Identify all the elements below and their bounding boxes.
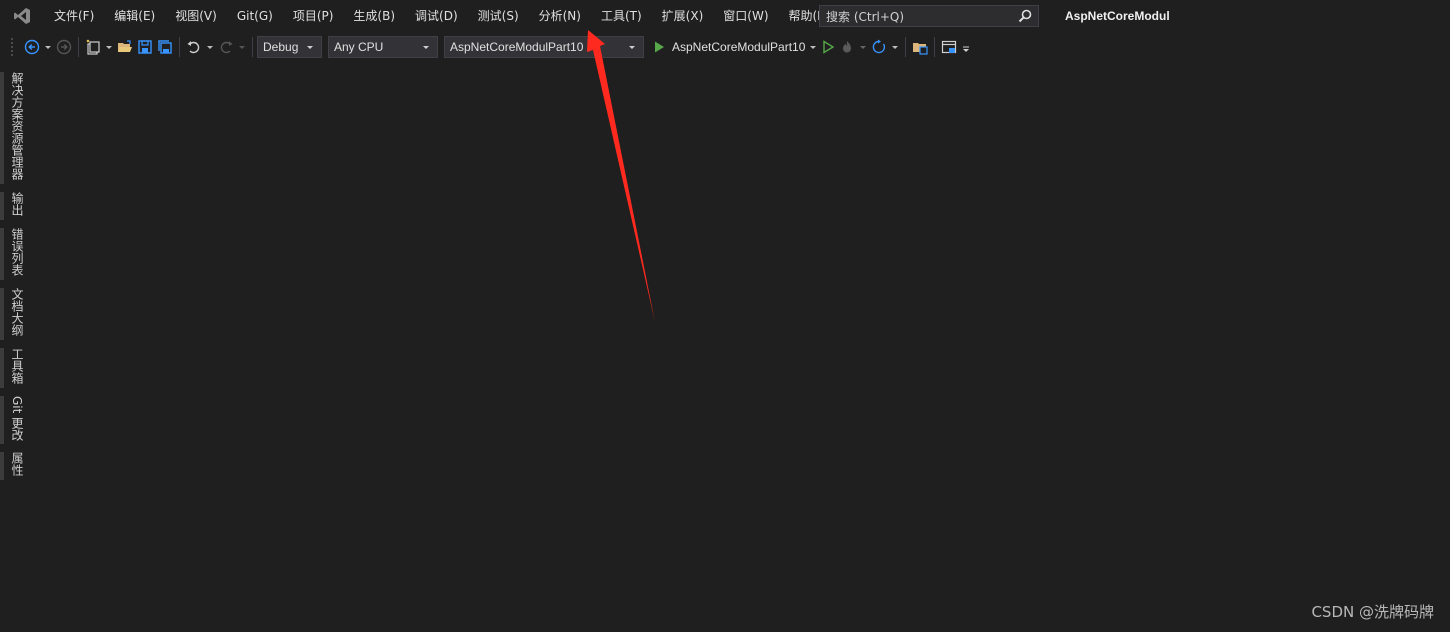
- forward-icon: [54, 36, 74, 58]
- menu-bar: 文件(F) 编辑(E) 视图(V) Git(G) 项目(P) 生成(B) 调试(…: [0, 0, 1450, 32]
- solution-platform-value: Any CPU: [334, 40, 384, 54]
- menu-git[interactable]: Git(G): [227, 0, 283, 32]
- menu-window[interactable]: 窗口(W): [713, 0, 778, 32]
- run-target-button[interactable]: AspNetCoreModulPart10: [672, 40, 805, 54]
- tab-indicator: [0, 396, 4, 444]
- solution-platform-select[interactable]: Any CPU: [328, 36, 438, 58]
- watermark: CSDN @洗牌码牌: [1311, 603, 1434, 621]
- tab-label: Git 更改: [10, 396, 24, 442]
- menu-file[interactable]: 文件(F): [44, 0, 104, 32]
- tab-label: 解决方案资源管理器: [10, 72, 24, 180]
- standard-toolbar: Debug Any CPU AspNetCoreModulPart10 AspN…: [0, 32, 1450, 62]
- menu-edit[interactable]: 编辑(E): [104, 0, 165, 32]
- tab-toolbox[interactable]: 工具箱: [0, 348, 24, 388]
- start-icon[interactable]: [650, 36, 668, 58]
- tab-indicator: [0, 452, 4, 480]
- back-icon[interactable]: [22, 36, 42, 58]
- save-all-icon[interactable]: [155, 36, 175, 58]
- chevron-down-icon: [423, 45, 429, 49]
- new-project-dropdown-icon[interactable]: [106, 45, 112, 49]
- tab-document-outline[interactable]: 文档大纲: [0, 288, 24, 340]
- tab-label: 输出: [10, 192, 24, 216]
- toolbar-separator: [179, 37, 180, 57]
- menu-build[interactable]: 生成(B): [343, 0, 405, 32]
- search-icon[interactable]: [1018, 9, 1032, 23]
- menu-tools[interactable]: 工具(T): [591, 0, 652, 32]
- menu-test[interactable]: 测试(S): [468, 0, 529, 32]
- tab-git-changes[interactable]: Git 更改: [0, 396, 24, 444]
- tab-indicator: [0, 72, 4, 184]
- tab-solution-explorer[interactable]: 解决方案资源管理器: [0, 72, 24, 184]
- solution-configuration-select[interactable]: Debug: [257, 36, 322, 58]
- toolbar-separator: [78, 37, 79, 57]
- menu-analyze[interactable]: 分析(N): [529, 0, 591, 32]
- tab-indicator: [0, 288, 4, 340]
- toolbar-separator: [934, 37, 936, 57]
- toolbar-separator: [905, 37, 907, 57]
- menu-debug[interactable]: 调试(D): [405, 0, 468, 32]
- tab-label: 错误列表: [10, 228, 24, 276]
- search-placeholder: 搜索 (Ctrl+Q): [826, 9, 905, 24]
- tab-indicator: [0, 228, 4, 280]
- tab-error-list[interactable]: 错误列表: [0, 228, 24, 280]
- menu-items: 文件(F) 编辑(E) 视图(V) Git(G) 项目(P) 生成(B) 调试(…: [44, 0, 841, 32]
- toolbar-grip[interactable]: [10, 37, 14, 57]
- search-input[interactable]: 搜索 (Ctrl+Q): [819, 5, 1039, 27]
- chevron-down-icon: [629, 45, 635, 49]
- start-without-debugging-icon[interactable]: [819, 36, 837, 58]
- refresh-dropdown-icon[interactable]: [892, 45, 899, 49]
- annotation-arrow: [587, 30, 655, 322]
- undo-dropdown-icon[interactable]: [207, 45, 213, 49]
- startup-project-select[interactable]: AspNetCoreModulPart10: [444, 36, 644, 58]
- left-tool-window-tabs: 解决方案资源管理器 输出 错误列表 文档大纲 工具箱 Git 更改 属性: [0, 68, 24, 488]
- back-dropdown-icon[interactable]: [45, 45, 51, 49]
- tab-indicator: [0, 192, 4, 220]
- redo-icon: [216, 36, 236, 58]
- hot-reload-dropdown-icon: [860, 45, 867, 49]
- open-file-icon[interactable]: [115, 36, 135, 58]
- app-title: AspNetCoreModul: [1065, 9, 1170, 23]
- solution-configuration-value: Debug: [263, 40, 299, 54]
- window-layout-icon[interactable]: [939, 36, 959, 58]
- save-icon[interactable]: [135, 36, 155, 58]
- new-project-icon[interactable]: [83, 36, 103, 58]
- tab-label: 属性: [10, 452, 24, 476]
- solution-explorer-icon[interactable]: [910, 36, 930, 58]
- refresh-icon[interactable]: [869, 36, 889, 58]
- startup-project-value: AspNetCoreModulPart10: [450, 40, 584, 54]
- tab-indicator: [0, 348, 4, 388]
- run-target-dropdown-icon[interactable]: [810, 45, 817, 49]
- tab-properties[interactable]: 属性: [0, 452, 24, 480]
- toolbar-separator: [252, 37, 253, 57]
- visual-studio-logo-icon[interactable]: [0, 0, 44, 32]
- undo-icon[interactable]: [184, 36, 204, 58]
- tab-output[interactable]: 输出: [0, 192, 24, 220]
- menu-view[interactable]: 视图(V): [165, 0, 227, 32]
- redo-dropdown-icon: [239, 45, 245, 49]
- menu-extensions[interactable]: 扩展(X): [652, 0, 714, 32]
- tab-label: 工具箱: [10, 348, 24, 384]
- toolbar-overflow-icon[interactable]: [959, 36, 973, 58]
- hot-reload-icon: [837, 36, 857, 58]
- tab-label: 文档大纲: [10, 288, 24, 336]
- chevron-down-icon: [307, 45, 313, 49]
- menu-project[interactable]: 项目(P): [283, 0, 344, 32]
